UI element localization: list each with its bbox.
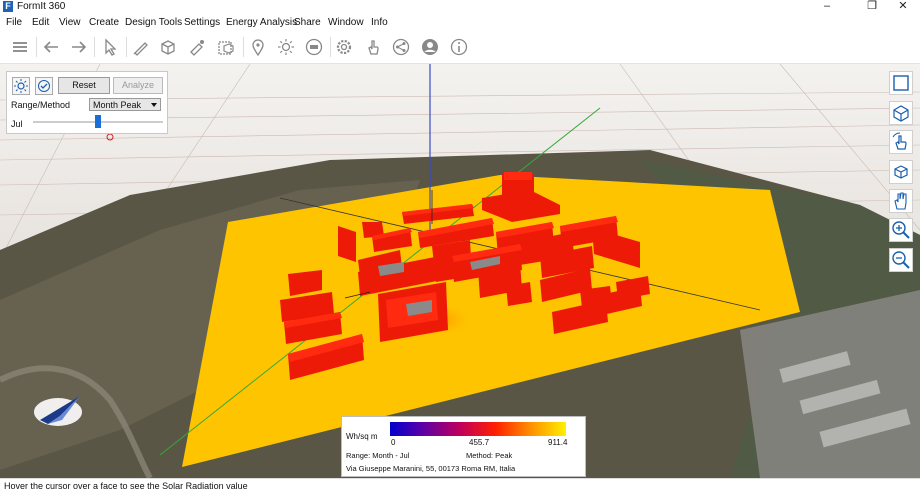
orbit-360-icon[interactable] <box>304 37 324 57</box>
info-icon[interactable] <box>449 37 469 57</box>
menu-energy-analysis[interactable]: Energy Analysis <box>226 17 297 28</box>
maximize-button[interactable]: ❐ <box>857 0 887 14</box>
layers-icon[interactable] <box>10 37 30 57</box>
chevron-down-icon <box>151 103 157 107</box>
range-method-value: Month Peak <box>93 100 142 110</box>
analyze-button[interactable]: Analyze <box>113 77 163 94</box>
menu-view[interactable]: View <box>59 17 81 28</box>
range-method-label: Range/Method <box>11 100 71 110</box>
gesture-icon[interactable] <box>363 37 383 57</box>
share-icon[interactable] <box>391 37 411 57</box>
legend-color-scale <box>390 422 566 436</box>
sun-icon <box>14 79 28 93</box>
app-logo-icon: F <box>3 1 13 12</box>
menu-info[interactable]: Info <box>371 17 388 28</box>
check-icon <box>38 80 50 92</box>
sun-settings-button[interactable] <box>12 77 30 95</box>
legend-unit: Wh/sq m <box>346 432 378 441</box>
sketch-icon[interactable] <box>131 37 151 57</box>
pan-icon[interactable] <box>889 189 913 213</box>
location-icon[interactable] <box>248 37 268 57</box>
toolbar-divider <box>330 37 331 57</box>
menu-bar: File Edit View Create Design Tools Setti… <box>0 15 920 31</box>
settings-icon[interactable] <box>334 37 354 57</box>
sun-icon[interactable] <box>276 37 296 57</box>
groups-icon[interactable] <box>216 37 236 57</box>
view-cube-icon[interactable] <box>889 101 913 125</box>
reset-button[interactable]: Reset <box>58 77 110 94</box>
legend-method-text: Method: Peak <box>466 451 513 460</box>
minimize-button[interactable]: – <box>812 0 842 14</box>
month-label: Jul <box>11 119 23 129</box>
menu-settings[interactable]: Settings <box>184 17 220 28</box>
toolbar-divider <box>243 37 244 57</box>
menu-file[interactable]: File <box>6 17 22 28</box>
toolbar-divider <box>126 37 127 57</box>
menu-share[interactable]: Share <box>294 17 321 28</box>
zoom-in-icon[interactable] <box>889 218 913 242</box>
zoom-out-icon[interactable] <box>889 248 913 272</box>
menu-create[interactable]: Create <box>89 17 119 28</box>
toolbar-divider <box>36 37 37 57</box>
range-method-select[interactable]: Month Peak <box>89 98 161 111</box>
solar-analysis-panel: Reset Analyze Range/Method Month Peak Ju… <box>6 71 168 134</box>
window-title: FormIt 360 <box>17 1 66 12</box>
month-slider-thumb[interactable] <box>95 115 101 128</box>
legend-address: Via Giuseppe Maranini, 55, 00173 Roma RM… <box>346 464 516 473</box>
title-bar: F FormIt 360 – ❐ ✕ <box>0 0 920 14</box>
menu-design-tools[interactable]: Design Tools <box>125 17 182 28</box>
main-toolbar <box>0 31 920 64</box>
display-results-toggle[interactable] <box>35 77 53 95</box>
close-button[interactable]: ✕ <box>888 0 918 14</box>
solar-radiation-legend: Wh/sq m 0 455.7 911.4 Range: Month - Jul… <box>341 416 586 477</box>
materials-icon[interactable] <box>187 37 207 57</box>
cube-icon[interactable] <box>158 37 178 57</box>
orbit-icon[interactable] <box>889 130 913 154</box>
redo-icon[interactable] <box>68 37 88 57</box>
menu-window[interactable]: Window <box>328 17 364 28</box>
legend-min: 0 <box>391 438 396 447</box>
status-bar: Hover the cursor over a face to see the … <box>0 478 920 492</box>
undo-icon[interactable] <box>42 37 62 57</box>
zoom-extents-icon[interactable] <box>889 71 913 95</box>
toolbar-divider <box>94 37 95 57</box>
views-icon[interactable] <box>889 160 913 184</box>
legend-range-text: Range: Month - Jul <box>346 451 410 460</box>
select-icon[interactable] <box>100 37 120 57</box>
account-icon[interactable] <box>420 37 440 57</box>
menu-edit[interactable]: Edit <box>32 17 49 28</box>
legend-mid: 455.7 <box>469 438 490 447</box>
legend-max: 911.4 <box>548 438 568 447</box>
